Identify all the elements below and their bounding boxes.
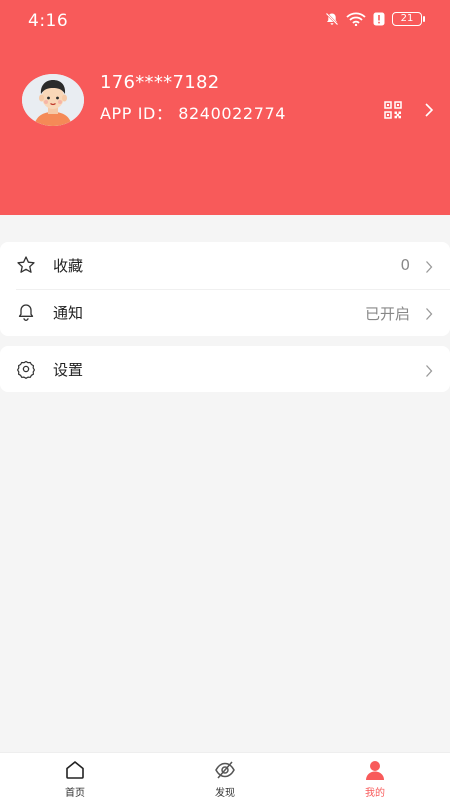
menu-item-settings[interactable]: 设置 [0, 346, 450, 393]
menu-card-secondary: 设置 [0, 346, 450, 392]
profile-app-id: APP ID： 8240022774 [100, 104, 287, 123]
profile-phone: 176****7182 [100, 72, 220, 93]
gear-icon [16, 359, 36, 383]
chevron-right-icon [425, 259, 433, 278]
tab-mine[interactable]: 我的 [335, 753, 415, 800]
tab-label: 我的 [365, 788, 385, 799]
profile-header: 4:16 21 176****7182 APP ID： 8240022774 [0, 0, 450, 215]
menu-item-notifications[interactable]: 通知 已开启 [0, 289, 450, 336]
avatar[interactable] [22, 74, 84, 126]
star-icon [16, 255, 36, 279]
tab-home[interactable]: 首页 [35, 753, 115, 800]
alert-icon [373, 12, 385, 26]
menu-item-label: 通知 [53, 304, 84, 322]
battery-icon: 21 [392, 12, 425, 26]
status-bar: 4:16 21 [0, 0, 450, 40]
user-icon [364, 759, 386, 785]
status-icons: 21 [325, 12, 425, 26]
wifi-icon [346, 12, 366, 26]
menu-item-value: 已开启 [364, 305, 410, 323]
menu-item-label: 收藏 [53, 257, 84, 275]
menu-item-favorites[interactable]: 收藏 0 [0, 242, 450, 290]
bell-icon [16, 302, 36, 326]
menu-card-primary: 收藏 0 通知 已开启 [0, 242, 450, 336]
bottom-tab-bar: 首页 发现 我的 [0, 752, 450, 800]
home-icon [64, 759, 86, 785]
menu-item-value: 0 [400, 256, 410, 274]
chevron-right-icon [425, 306, 433, 325]
mute-bell-icon [325, 12, 339, 26]
status-time: 4:16 [28, 11, 69, 31]
chevron-right-icon[interactable] [424, 102, 434, 122]
tab-discover[interactable]: 发现 [185, 753, 265, 800]
qr-code-icon[interactable] [384, 101, 402, 123]
menu-item-label: 设置 [53, 361, 84, 379]
tab-label: 发现 [215, 788, 235, 799]
tab-label: 首页 [65, 788, 85, 799]
chevron-right-icon [425, 363, 433, 382]
discover-icon [214, 759, 236, 785]
